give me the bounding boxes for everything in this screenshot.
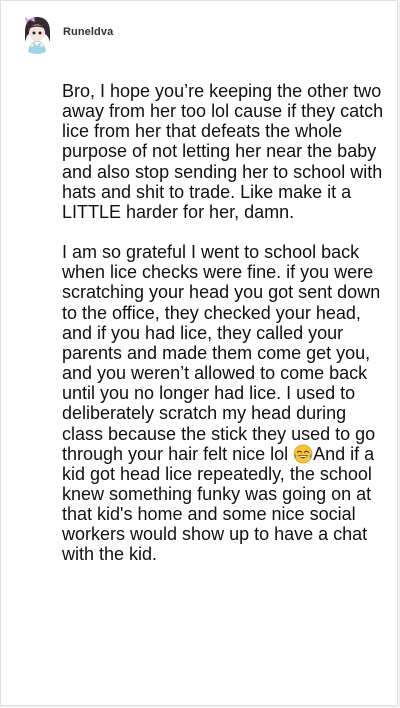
face-with-tears-of-joy-icon	[293, 444, 313, 464]
avatar-image	[16, 12, 58, 54]
avatar[interactable]	[16, 12, 58, 54]
comment-paragraph: I am so grateful I went to school back w…	[62, 242, 392, 565]
comment-paragraph: Bro, I hope you’re keeping the other two…	[62, 81, 384, 222]
comment-text: I am so grateful I went to school back w…	[62, 242, 381, 464]
comment-card: Runeldva Bro, I hope you’re keeping the …	[0, 0, 398, 706]
comment-header: Runeldva	[16, 12, 113, 54]
comment-body: Bro, I hope you’re keeping the other two…	[62, 81, 392, 565]
username[interactable]: Runeldva	[63, 26, 113, 38]
